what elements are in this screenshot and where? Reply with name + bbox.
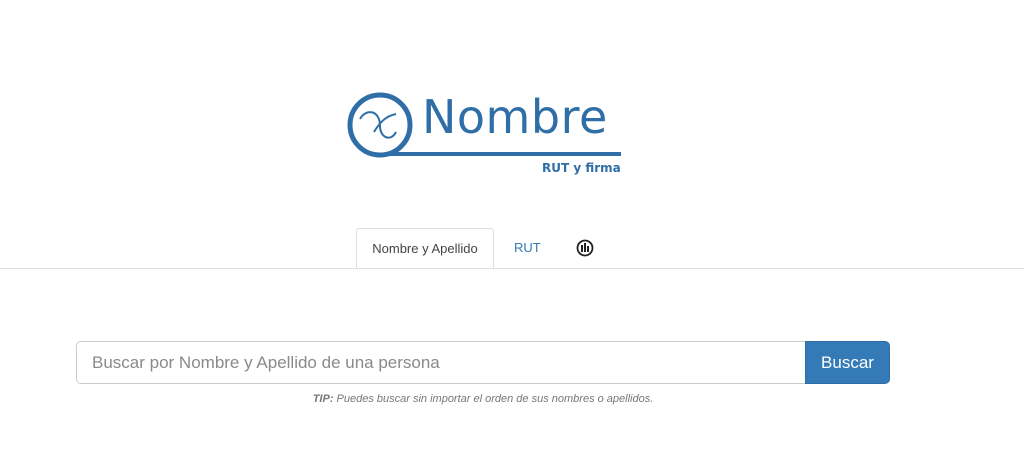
search-input[interactable] xyxy=(76,341,805,384)
tip-text: Puedes buscar sin importar el orden de s… xyxy=(333,393,654,405)
search-tip: TIP: Puedes buscar sin importar el orden… xyxy=(0,393,966,405)
logo-subtitle: RUT y firma xyxy=(542,161,621,175)
search-tabs: Nombre y Apellido RUT xyxy=(0,228,1024,269)
tip-label: TIP: xyxy=(312,393,334,405)
directory-icon xyxy=(576,239,594,256)
search-button[interactable]: Buscar xyxy=(805,341,890,384)
tab-nombre-apellido[interactable]: Nombre y Apellido xyxy=(356,228,494,268)
site-logo[interactable]: Nombre RUT y firma xyxy=(346,88,626,180)
tab-rut[interactable]: RUT xyxy=(500,228,555,267)
tab-directory[interactable] xyxy=(562,228,608,267)
logo-wordmark: Nombre xyxy=(422,90,608,144)
search-form: Buscar xyxy=(76,341,890,384)
